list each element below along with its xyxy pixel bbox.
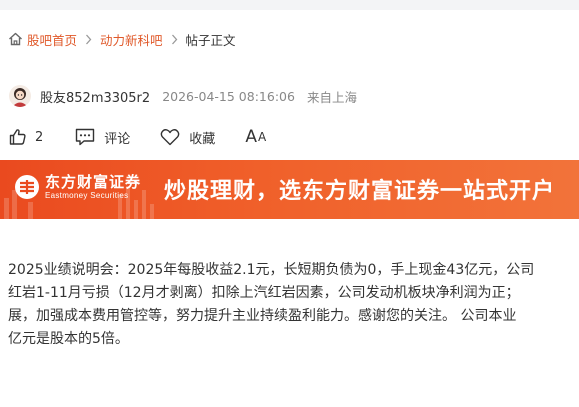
- post-actions: 2 评论 收藏 AA: [9, 127, 266, 147]
- eastmoney-logo-icon: [15, 175, 39, 199]
- like-button[interactable]: 2: [9, 128, 43, 146]
- chevron-right-icon: [85, 34, 92, 45]
- font-size-button[interactable]: AA: [245, 127, 266, 147]
- post-location: 来自上海: [306, 89, 357, 105]
- post-line: 红岩1-11月亏损（12月才剥离）扣除上汽红岩因素，公司发动机板块净利润为正；: [8, 285, 520, 301]
- post-content: 2025业绩说明会：2025年每股收益2.1元，长短期负债为0，手上现金43亿元…: [8, 259, 579, 351]
- like-count: 2: [35, 129, 44, 145]
- banner-slogan: 炒股理财，选东方财富证券一站式开户: [164, 179, 556, 204]
- breadcrumb-home-link[interactable]: 股吧首页: [27, 30, 77, 49]
- breadcrumb: 股吧首页 动力新科吧 帖子正文: [8, 30, 236, 48]
- comment-label: 评论: [104, 131, 131, 147]
- post-line: 亿元是股本的5倍。: [8, 331, 129, 347]
- post-time: 2026-04-15 08:16:06: [162, 88, 295, 104]
- eastmoney-logo: 东方财富证券 Eastmoney Securities: [14, 173, 141, 201]
- breadcrumb-forum-link[interactable]: 动力新科吧: [100, 30, 163, 49]
- font-size-large-glyph: A: [245, 127, 257, 147]
- ad-banner[interactable]: 东方财富证券 Eastmoney Securities 炒股理财，选东方财富证券…: [0, 160, 579, 219]
- favorite-button[interactable]: 收藏: [160, 128, 215, 147]
- favorite-label: 收藏: [189, 131, 216, 147]
- breadcrumb-current: 帖子正文: [185, 32, 236, 48]
- author-line: 股友852m3305r2 2026-04-15 08:16:06 来自上海: [9, 85, 357, 107]
- top-strip: [0, 0, 579, 10]
- post-line: 2025业绩说明会：2025年每股收益2.1元，长短期负债为0，手上现金43亿元…: [8, 262, 535, 278]
- logo-chinese-name: 东方财富证券: [45, 173, 142, 191]
- heart-icon: [160, 129, 180, 146]
- home-icon[interactable]: [8, 32, 23, 46]
- chevron-right-icon: [171, 34, 178, 45]
- logo-english-name: Eastmoney Securities: [45, 191, 129, 200]
- comment-icon: [76, 128, 95, 146]
- thumbs-up-icon: [9, 129, 26, 145]
- avatar[interactable]: [9, 85, 31, 107]
- author-name[interactable]: 股友852m3305r2: [40, 87, 150, 106]
- post-line: 展，加强成本费用管控等，努力提升主业持续盈利能力。感谢您的关注。 公司本业: [8, 308, 517, 324]
- font-size-small-glyph: A: [257, 130, 267, 144]
- comment-button[interactable]: 评论: [75, 128, 130, 147]
